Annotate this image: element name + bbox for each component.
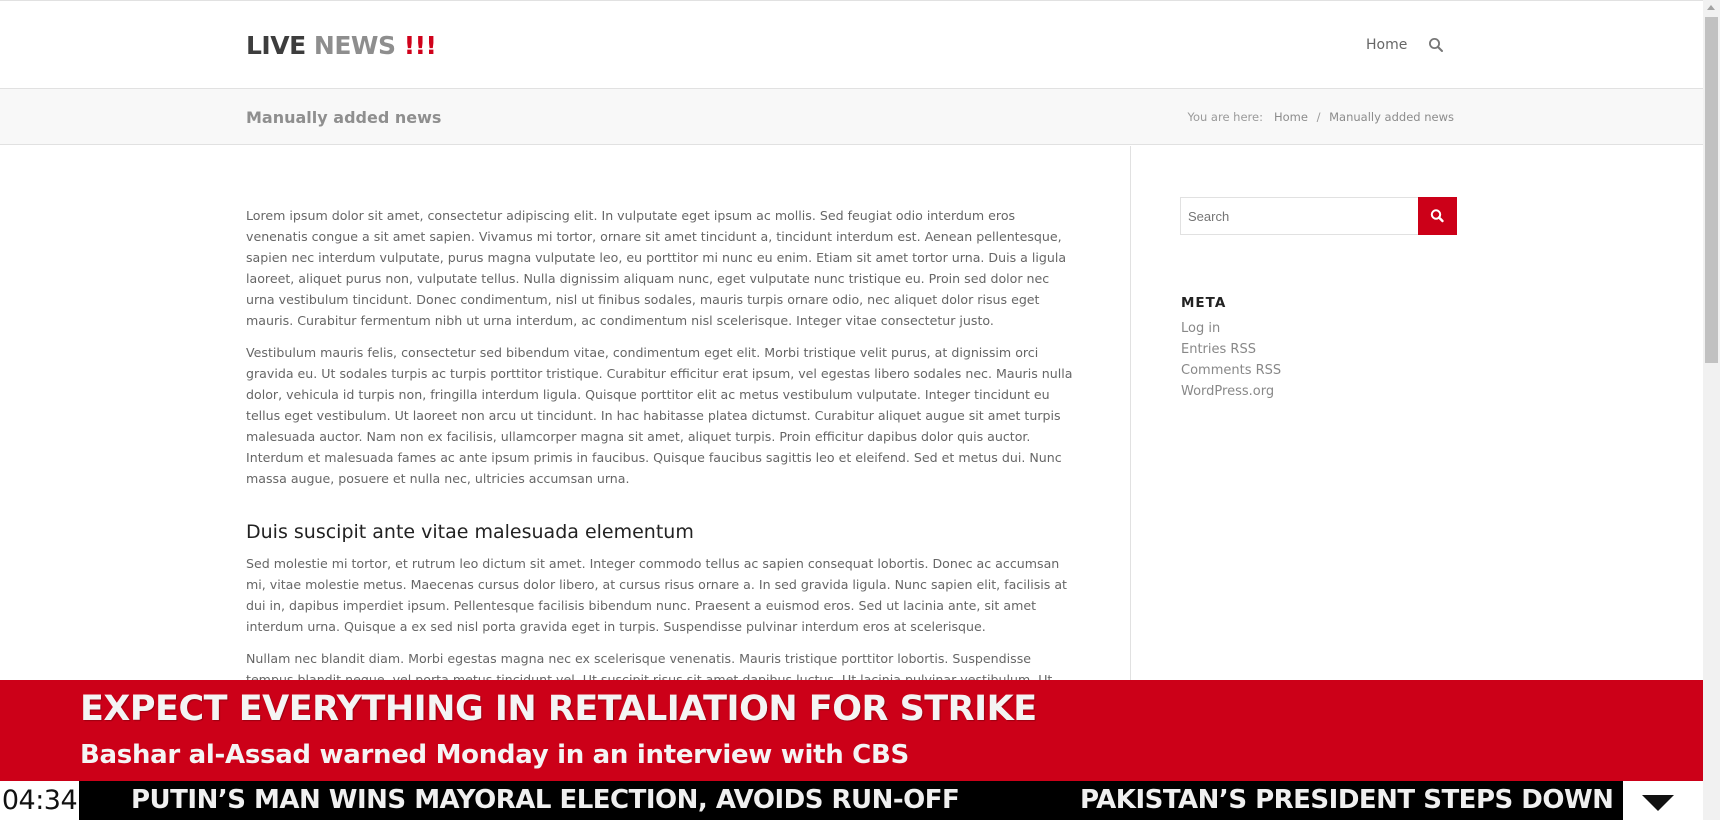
article-paragraph: Lorem ipsum dolor sit amet, consectetur …	[246, 208, 1067, 328]
breadcrumb-separator: /	[1316, 110, 1321, 124]
breadcrumb-home-link[interactable]: Home	[1274, 110, 1308, 124]
meta-link-entries-rss[interactable]: Entries RSS	[1181, 342, 1256, 357]
article-paragraph: Sed molestie mi tortor, et rutrum leo di…	[246, 556, 1067, 634]
breadcrumb: You are here: Home / Manually added news	[1187, 110, 1454, 124]
chevron-down-icon	[1642, 795, 1674, 811]
site-header: LIVE NEWS !!! Home	[0, 1, 1703, 89]
sidebar-search-button[interactable]	[1418, 197, 1457, 235]
page: LIVE NEWS !!! Home Manually added news Y…	[0, 0, 1720, 820]
news-ticker: 04:34 PUTIN’S MAN WINS MAYORAL ELECTION,…	[0, 781, 1703, 820]
article-paragraph: Vestibulum mauris felis, consectetur sed…	[246, 345, 1073, 486]
meta-links: Log in Entries RSS Comments RSS WordPres…	[1181, 318, 1281, 402]
article-heading: Duis suscipit ante vitae malesuada eleme…	[246, 521, 694, 543]
breaking-subheadline: Bashar al-Assad warned Monday in an inte…	[80, 740, 909, 770]
logo-news: NEWS	[313, 31, 396, 60]
breadcrumb-prefix: You are here:	[1187, 110, 1263, 124]
nav-home-link[interactable]: Home	[1366, 37, 1407, 53]
ticker-item[interactable]: PAKISTAN’S PRESIDENT STEPS DOWN	[1080, 781, 1614, 820]
ticker-item[interactable]: PUTIN’S MAN WINS MAYORAL ELECTION, AVOID…	[131, 781, 960, 820]
page-title: Manually added news	[246, 108, 442, 127]
ticker-clock: 04:34	[0, 781, 79, 820]
site-logo[interactable]: LIVE NEWS !!!	[246, 31, 437, 60]
breadcrumb-current[interactable]: Manually added news	[1329, 110, 1454, 124]
meta-widget-title: META	[1181, 295, 1227, 311]
search-icon[interactable]	[1428, 37, 1444, 53]
article-content: Lorem ipsum dolor sit amet, consectetur …	[246, 205, 1076, 722]
ticker-toggle-button[interactable]	[1623, 781, 1703, 820]
logo-live: LIVE	[246, 31, 306, 60]
scrollbar-thumb[interactable]	[1705, 17, 1718, 363]
breaking-news-banner: EXPECT EVERYTHING IN RETALIATION FOR STR…	[0, 680, 1703, 781]
meta-link-wordpress[interactable]: WordPress.org	[1181, 384, 1274, 399]
sidebar-search-input[interactable]	[1180, 197, 1418, 235]
page-scrollbar[interactable]	[1703, 0, 1720, 820]
search-icon	[1430, 209, 1444, 223]
meta-link-login[interactable]: Log in	[1181, 321, 1220, 336]
scroll-up-arrow-icon[interactable]	[1707, 5, 1715, 10]
title-bar: Manually added news You are here: Home /…	[0, 89, 1703, 145]
logo-exclamation: !!!	[403, 31, 437, 60]
meta-link-comments-rss[interactable]: Comments RSS	[1181, 363, 1281, 378]
breaking-headline: EXPECT EVERYTHING IN RETALIATION FOR STR…	[80, 689, 1037, 729]
